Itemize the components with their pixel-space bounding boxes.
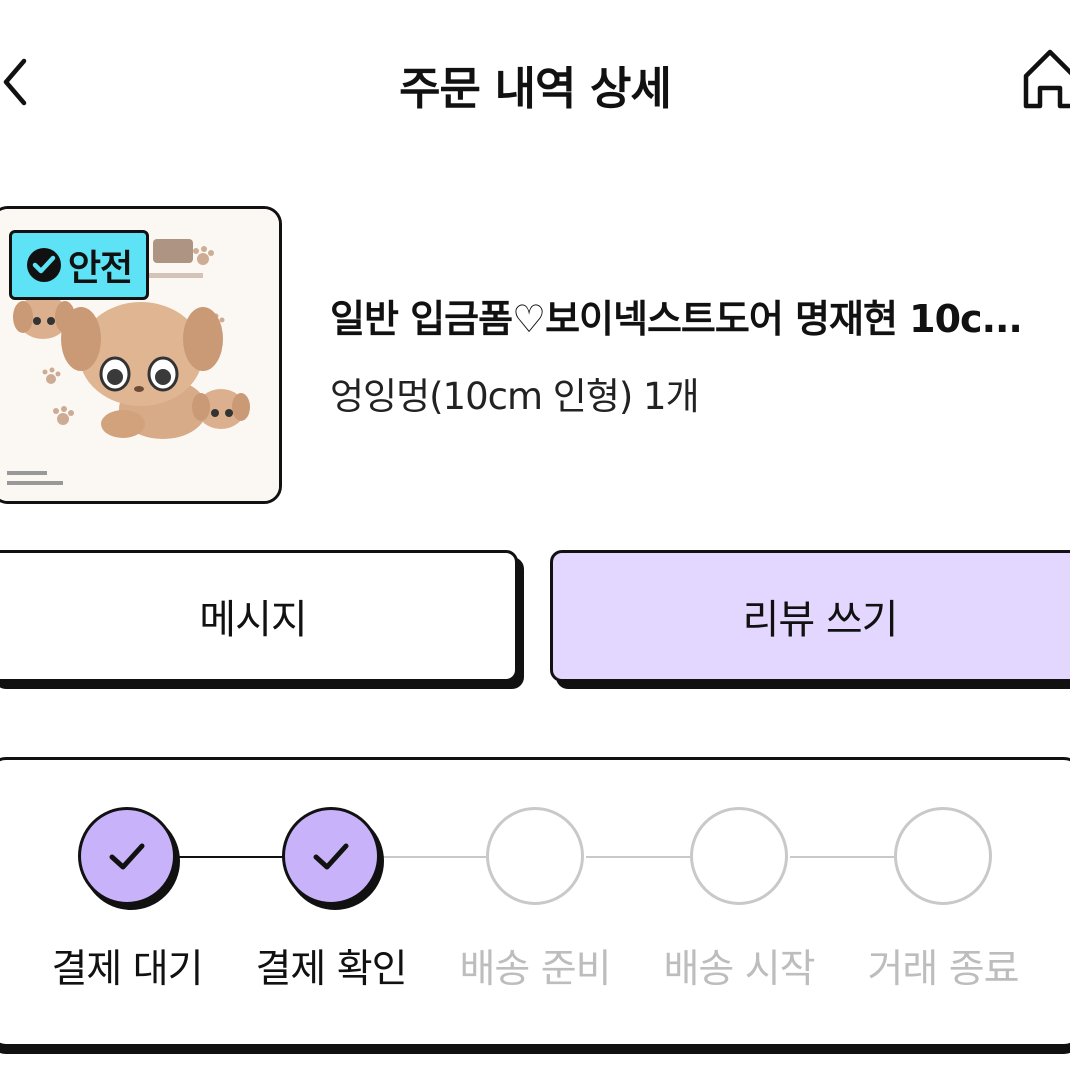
home-button[interactable] bbox=[1020, 44, 1070, 114]
step-4-indicator bbox=[690, 807, 788, 905]
page-title: 주문 내역 상세 bbox=[399, 62, 672, 115]
step-2-indicator bbox=[282, 807, 380, 905]
step-connector bbox=[382, 856, 492, 858]
step-connector bbox=[790, 856, 900, 858]
step-5-label: 거래 종료 bbox=[867, 947, 1020, 992]
check-icon bbox=[109, 843, 145, 870]
check-circle-icon bbox=[26, 248, 61, 282]
message-button-label: 메시지 bbox=[199, 597, 307, 643]
step-1-label: 결제 대기 bbox=[51, 947, 204, 992]
step-3-label: 배송 준비 bbox=[459, 947, 612, 992]
write-review-button[interactable]: 리뷰 쓰기 bbox=[550, 550, 1070, 682]
step-1-indicator bbox=[78, 807, 176, 905]
top-bar: 주문 내역 상세 bbox=[0, 0, 1070, 165]
step-connector bbox=[178, 856, 288, 858]
product-option: 엉잉멍(10cm 인형) 1개 bbox=[330, 375, 700, 418]
safe-badge: 안전 bbox=[9, 230, 149, 300]
step-3-indicator bbox=[486, 807, 584, 905]
product-title[interactable]: 일반 입금폼♡보이넥스트도어 명재현 10c... bbox=[330, 288, 1070, 343]
write-review-button-label: 리뷰 쓰기 bbox=[742, 597, 899, 643]
message-button[interactable]: 메시지 bbox=[0, 550, 518, 682]
home-icon bbox=[1023, 49, 1070, 109]
step-2-label: 결제 확인 bbox=[255, 947, 408, 992]
step-4-label: 배송 시작 bbox=[663, 947, 816, 992]
step-5-indicator bbox=[894, 807, 992, 905]
step-connector bbox=[586, 856, 696, 858]
safe-badge-label: 안전 bbox=[67, 248, 133, 289]
check-icon bbox=[313, 843, 349, 870]
